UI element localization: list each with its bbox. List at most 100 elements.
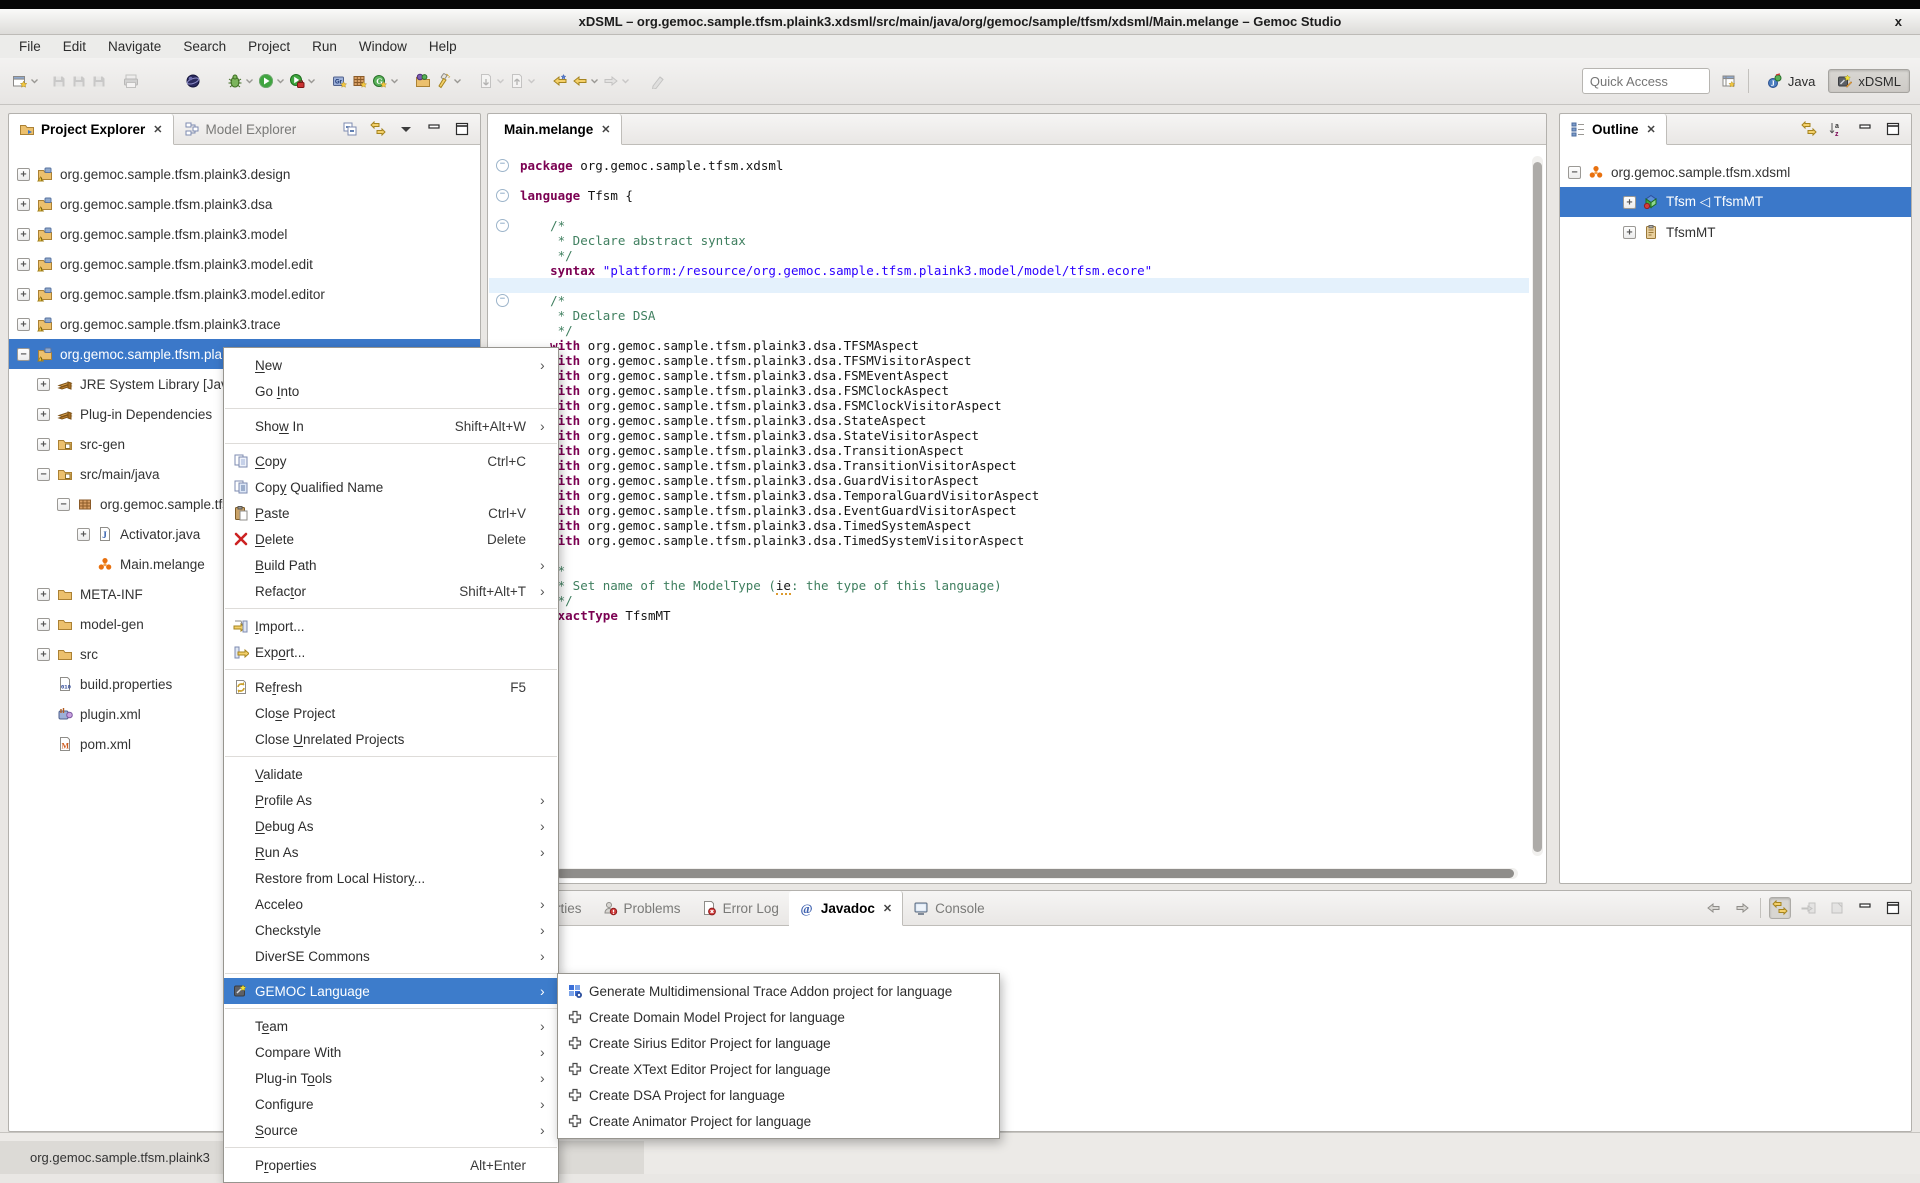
- expand-expander-icon[interactable]: +: [37, 648, 50, 661]
- context-menu-import[interactable]: Import...: [224, 613, 558, 639]
- expand-expander-icon[interactable]: +: [1623, 226, 1636, 239]
- tab-outline[interactable]: Outline✕: [1560, 114, 1667, 145]
- tree-item-tfsm-tfsmmt[interactable]: +Tfsm ◁ TfsmMT: [1560, 187, 1911, 217]
- minimize-button[interactable]: [424, 119, 444, 139]
- tree-item-org-gemoc-sample-tfsm-plaink3-model-edit[interactable]: +!org.gemoc.sample.tfsm.plaink3.model.ed…: [9, 279, 480, 309]
- tree-item-org-gemoc-sample-tfsm-plaink3-model-edit[interactable]: +!org.gemoc.sample.tfsm.plaink3.model.ed…: [9, 249, 480, 279]
- expand-expander-icon[interactable]: +: [37, 618, 50, 631]
- close-icon[interactable]: ✕: [153, 123, 162, 136]
- chevron-down-icon[interactable]: [30, 78, 39, 84]
- context-menu-compare-with[interactable]: Compare With›: [224, 1039, 558, 1065]
- view-menu-button[interactable]: [396, 119, 416, 139]
- context-menu-refresh[interactable]: RefreshF5: [224, 674, 558, 700]
- minimize-button[interactable]: [1522, 127, 1526, 131]
- context-menu-show-in[interactable]: Show InShift+Alt+W›: [224, 413, 558, 439]
- expand-expander-icon[interactable]: +: [17, 168, 30, 181]
- context-menu-refactor[interactable]: RefactorShift+Alt+T›: [224, 578, 558, 604]
- chevron-down-icon[interactable]: [496, 78, 505, 84]
- back-nav-button[interactable]: [1704, 898, 1724, 918]
- context-menu-diverse-commons[interactable]: DiverSE Commons›: [224, 943, 558, 969]
- sort-az-button[interactable]: az: [1827, 119, 1847, 139]
- fold-collapse-icon[interactable]: −: [489, 219, 515, 232]
- context-menu-configure[interactable]: Configure›: [224, 1091, 558, 1117]
- open-plugin-artifact-button[interactable]: [413, 70, 433, 92]
- debug-button[interactable]: [225, 70, 256, 92]
- gemoc-submenu-create-animator-project-for-language[interactable]: Create Animator Project for language: [558, 1108, 999, 1134]
- menu-help[interactable]: Help: [418, 37, 468, 56]
- expand-expander-icon[interactable]: +: [17, 198, 30, 211]
- expand-expander-icon[interactable]: +: [17, 318, 30, 331]
- maximize-button[interactable]: [452, 119, 472, 139]
- context-menu-debug-as[interactable]: Debug As›: [224, 813, 558, 839]
- window-close-icon[interactable]: x: [1895, 9, 1902, 34]
- chevron-down-icon[interactable]: [453, 78, 462, 84]
- tab-javadoc[interactable]: @Javadoc✕: [789, 891, 903, 926]
- outline-tree[interactable]: −org.gemoc.sample.tfsm.xdsml+Tfsm ◁ Tfsm…: [1560, 145, 1911, 247]
- gemoc-submenu-create-xtext-editor-project-for-language[interactable]: Create XText Editor Project for language: [558, 1056, 999, 1082]
- perspective-xdsml[interactable]: xDSML: [1828, 69, 1910, 93]
- new-language-project-button[interactable]: Gr: [330, 70, 350, 92]
- context-menu-properties[interactable]: PropertiesAlt+Enter: [224, 1152, 558, 1178]
- expand-expander-icon[interactable]: +: [37, 588, 50, 601]
- minimize-button[interactable]: [1855, 119, 1875, 139]
- context-menu-close-project[interactable]: Close Project: [224, 700, 558, 726]
- maximize-button[interactable]: [1534, 127, 1538, 131]
- run-button[interactable]: [256, 70, 287, 92]
- editor-horizontal-scrollbar[interactable]: [554, 868, 1518, 879]
- menu-file[interactable]: File: [8, 37, 52, 56]
- expand-expander-icon[interactable]: +: [37, 438, 50, 451]
- editor-vertical-scrollbar[interactable]: [1532, 156, 1543, 856]
- perspective-java[interactable]: JJava: [1758, 69, 1824, 93]
- expand-expander-icon[interactable]: +: [17, 258, 30, 271]
- melange-source-editor[interactable]: −package org.gemoc.sample.tfsm.xdsml−lan…: [489, 145, 1529, 866]
- expand-expander-icon[interactable]: +: [37, 378, 50, 391]
- collapse-all-button[interactable]: [340, 119, 360, 139]
- menu-search[interactable]: Search: [172, 37, 237, 56]
- context-menu-profile-as[interactable]: Profile As›: [224, 787, 558, 813]
- open-perspective-button[interactable]: [1719, 71, 1739, 91]
- expand-expander-icon[interactable]: +: [77, 528, 90, 541]
- tree-item-tfsmmt[interactable]: +TfsmMT: [1560, 217, 1911, 247]
- link-editor-button[interactable]: [1799, 119, 1819, 139]
- close-icon[interactable]: ✕: [883, 902, 892, 915]
- fold-collapse-icon[interactable]: −: [489, 159, 515, 172]
- context-menu-gemoc-language[interactable]: GEMOC Language›: [224, 978, 558, 1004]
- maximize-button[interactable]: [1883, 119, 1903, 139]
- back-history-button[interactable]: [570, 70, 601, 92]
- tree-item-org-gemoc-sample-tfsm-plaink3-trace[interactable]: +!org.gemoc.sample.tfsm.plaink3.trace: [9, 309, 480, 339]
- context-menu-copy[interactable]: CopyCtrl+C: [224, 448, 558, 474]
- expand-expander-icon[interactable]: +: [17, 228, 30, 241]
- context-menu-delete[interactable]: DeleteDelete: [224, 526, 558, 552]
- tab-error-log[interactable]: Error Log: [691, 891, 789, 925]
- context-menu-restore-from-local-history[interactable]: Restore from Local History...: [224, 865, 558, 891]
- chevron-down-icon[interactable]: [527, 78, 536, 84]
- gemoc-submenu-generate-multidimensional-trace-addon-project-for-language[interactable]: Generate Multidimensional Trace Addon pr…: [558, 978, 999, 1004]
- tab-project-explorer[interactable]: Project Explorer✕: [9, 114, 174, 145]
- maximize-button[interactable]: [1883, 898, 1903, 918]
- tree-item-org-gemoc-sample-tfsm-plaink3-design[interactable]: +!org.gemoc.sample.tfsm.plaink3.design: [9, 159, 480, 189]
- new-wizard-button[interactable]: [10, 70, 41, 92]
- tab-problems[interactable]: Problems: [592, 891, 691, 925]
- collapse-expander-icon[interactable]: −: [37, 468, 50, 481]
- new-class-wizard-button[interactable]: G: [370, 70, 401, 92]
- gemoc-submenu-create-sirius-editor-project-for-language[interactable]: Create Sirius Editor Project for languag…: [558, 1030, 999, 1056]
- tab-model-explorer[interactable]: Model Explorer: [174, 114, 307, 144]
- last-edit-location-button[interactable]: [550, 70, 570, 92]
- context-menu-acceleo[interactable]: Acceleo›: [224, 891, 558, 917]
- web-browser-button[interactable]: [183, 70, 203, 92]
- chevron-down-icon[interactable]: [276, 78, 285, 84]
- tree-item-org-gemoc-sample-tfsm-xdsml[interactable]: −org.gemoc.sample.tfsm.xdsml: [1560, 157, 1911, 187]
- context-menu-validate[interactable]: Validate: [224, 761, 558, 787]
- menu-edit[interactable]: Edit: [52, 37, 97, 56]
- link-editor-button[interactable]: [368, 119, 388, 139]
- context-menu-checkstyle[interactable]: Checkstyle›: [224, 917, 558, 943]
- collapse-expander-icon[interactable]: −: [57, 498, 70, 511]
- context-menu-team[interactable]: Team›: [224, 1013, 558, 1039]
- search-button[interactable]: [433, 70, 464, 92]
- forward-nav-button[interactable]: [1732, 898, 1752, 918]
- chevron-down-icon[interactable]: [621, 78, 630, 84]
- context-menu-run-as[interactable]: Run As›: [224, 839, 558, 865]
- close-icon[interactable]: ✕: [1647, 123, 1656, 136]
- chevron-down-icon[interactable]: [590, 78, 599, 84]
- context-menu-build-path[interactable]: Build Path›: [224, 552, 558, 578]
